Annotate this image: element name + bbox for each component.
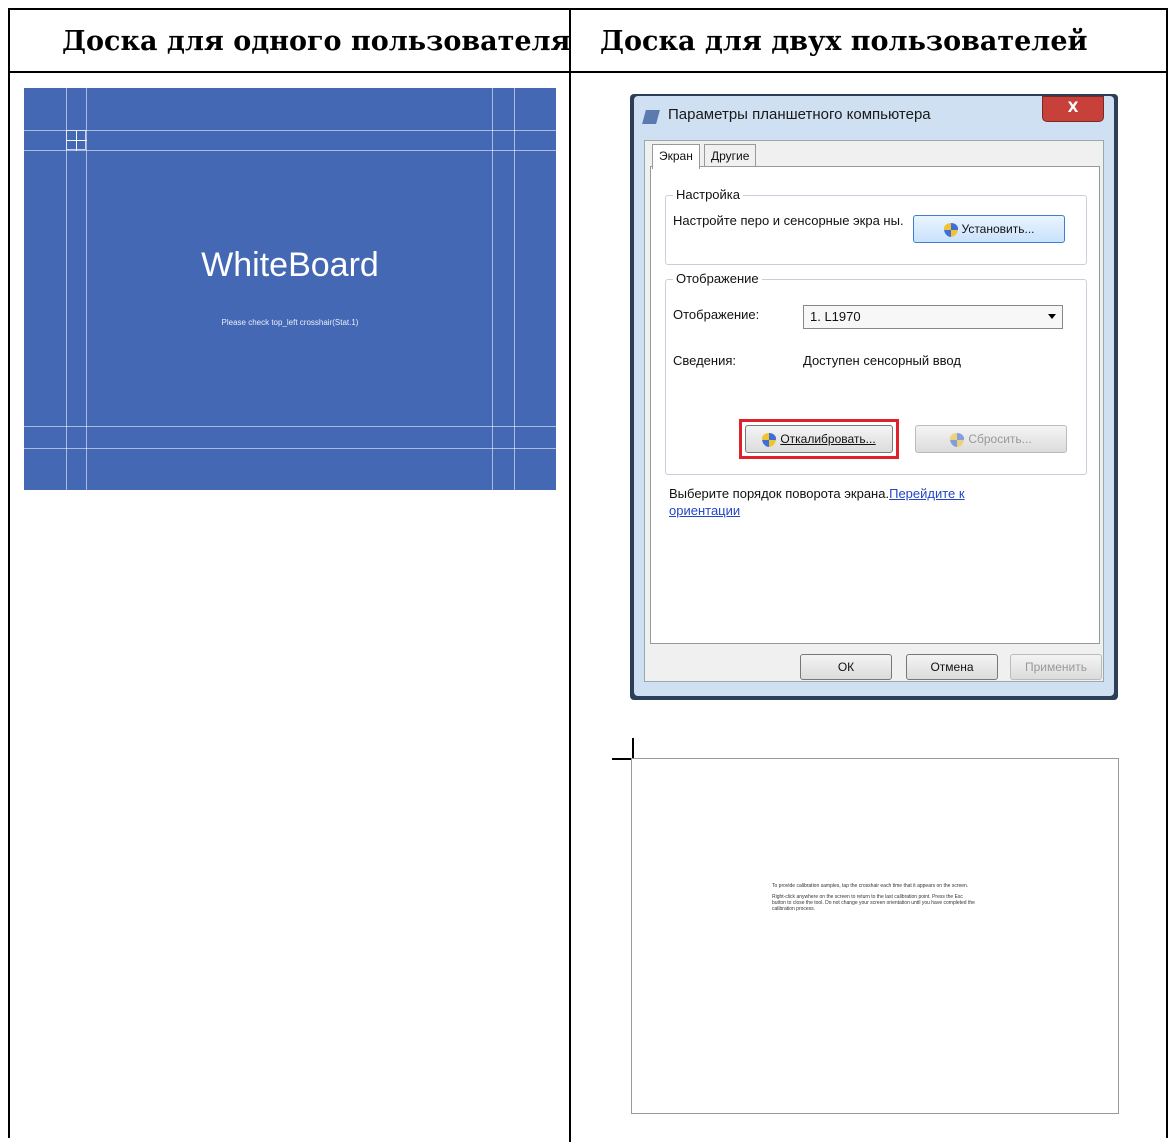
tab-screen[interactable]: Экран xyxy=(652,144,700,169)
setup-button[interactable]: Установить... xyxy=(913,215,1065,243)
uac-shield-icon xyxy=(943,222,958,237)
info-value: Доступен сенсорный ввод xyxy=(803,353,961,368)
whiteboard-instruction: Please check top_left crosshair(Stat.1) xyxy=(221,318,359,327)
info-label: Сведения: xyxy=(673,353,737,368)
header-single-user: Доска для одного пользователя xyxy=(62,26,571,57)
whiteboard-title: WhiteBoard xyxy=(201,246,379,284)
setup-text: Настройте перо и сенсорные экра ны. xyxy=(673,213,904,228)
uac-shield-icon xyxy=(762,432,777,447)
ok-button[interactable]: ОК xyxy=(800,654,892,680)
setup-group-title: Настройка xyxy=(673,187,743,202)
close-button[interactable]: X xyxy=(1042,96,1104,122)
calibration-paragraph-2: Right-click anywhere on the screen to re… xyxy=(772,894,975,912)
whiteboard-screen: WhiteBoard Please check top_left crossha… xyxy=(24,88,556,490)
cancel-button[interactable]: Отмена xyxy=(906,654,998,680)
calibration-screen: To provide calibration samples, tap the … xyxy=(631,758,1119,1114)
setup-button-label: Установить... xyxy=(961,222,1035,236)
calibrate-button[interactable]: Откалибровать... xyxy=(745,425,893,453)
tab-other[interactable]: Другие xyxy=(704,144,757,167)
tab-panel: Настройка Настройте перо и сенсорные экр… xyxy=(650,166,1100,644)
calibrate-button-label: Откалибровать... xyxy=(780,432,876,446)
crosshair-icon xyxy=(66,130,87,151)
pen-tablet-icon xyxy=(642,110,660,124)
dialog-title: Параметры планшетного компьютера xyxy=(668,106,931,123)
tablet-settings-dialog: Параметры планшетного компьютера X Экран… xyxy=(630,94,1118,700)
chevron-down-icon xyxy=(1048,314,1056,319)
display-select[interactable]: 1. L1970 xyxy=(803,305,1063,329)
display-select-value: 1. L1970 xyxy=(810,309,861,324)
rotation-text: Выберите порядок поворота экрана. xyxy=(669,486,890,501)
header-two-users: Доска для двух пользователей xyxy=(600,26,1088,57)
calibration-instructions: To provide calibration samples, tap the … xyxy=(772,883,976,912)
display-label: Отображение: xyxy=(673,307,760,322)
header-divider xyxy=(8,71,1168,73)
rotation-paragraph: Выберите порядок поворота экрана.Перейди… xyxy=(669,485,999,519)
calibration-paragraph-1: To provide calibration samples, tap the … xyxy=(772,883,969,889)
column-divider xyxy=(569,8,571,1142)
reset-button-label: Сбросить... xyxy=(968,432,1032,446)
display-group-title: Отображение xyxy=(673,271,762,286)
reset-button[interactable]: Сбросить... xyxy=(915,425,1067,453)
apply-button[interactable]: Применить xyxy=(1010,654,1102,680)
uac-shield-icon xyxy=(950,432,965,447)
